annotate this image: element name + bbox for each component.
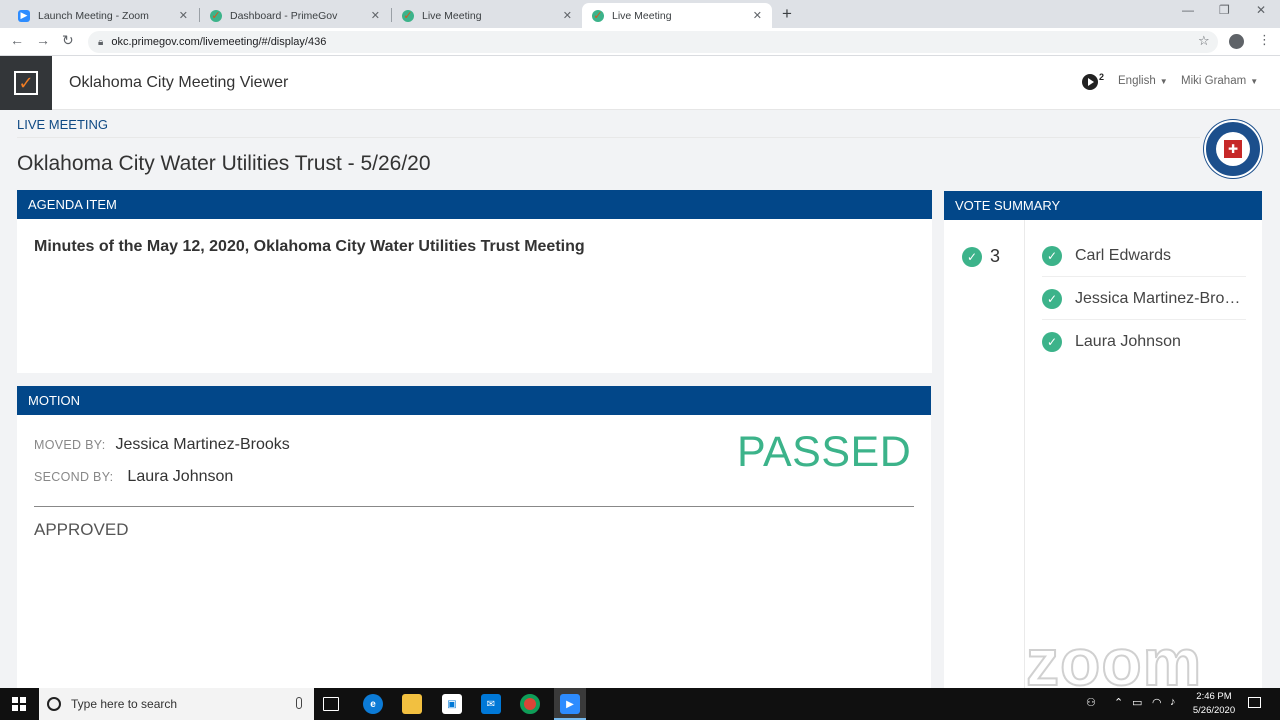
moved-by-value: Jessica Martinez-Brooks xyxy=(115,436,290,453)
close-icon[interactable]: ✕ xyxy=(179,9,188,22)
account-icon[interactable] xyxy=(1229,34,1244,49)
chrome-icon[interactable] xyxy=(520,694,540,714)
primegov-logo[interactable]: ✓ xyxy=(0,56,52,110)
voter-name: Jessica Martinez-Brooks xyxy=(1075,289,1245,307)
breadcrumb: LIVE MEETING xyxy=(17,117,109,132)
bookmark-star-icon[interactable]: ☆ xyxy=(1198,33,1210,49)
store-icon[interactable]: ▣ xyxy=(442,694,462,714)
divider xyxy=(34,506,914,507)
tab-label: Live Meeting xyxy=(422,9,482,22)
address-bar[interactable]: 🔒︎ okc.primegov.com/livemeeting/#/displa… xyxy=(88,31,1218,53)
action-center-icon[interactable] xyxy=(1248,697,1261,708)
checkbox-icon: ✓ xyxy=(14,71,38,95)
task-view-icon[interactable] xyxy=(323,697,339,711)
agenda-item-panel: AGENDA ITEM Minutes of the May 12, 2020,… xyxy=(17,190,932,373)
motion-result: PASSED xyxy=(737,428,912,476)
browser-tab-strip: ▶ Launch Meeting - Zoom ✕ ✓ Dashboard - … xyxy=(0,0,1280,28)
close-icon[interactable]: ✕ xyxy=(371,9,380,22)
taskbar-clock[interactable]: 2:46 PM 5/26/2020 xyxy=(1186,690,1242,718)
windows-start-icon[interactable] xyxy=(12,697,26,711)
cortana-icon xyxy=(47,697,61,711)
maximize-icon[interactable]: ❐ xyxy=(1219,3,1230,17)
lock-icon: 🔒︎ xyxy=(98,36,104,48)
battery-icon[interactable]: ▭ xyxy=(1132,696,1142,709)
app-title: Oklahoma City Meeting Viewer xyxy=(69,74,289,91)
notification-count: 2 xyxy=(1099,72,1105,82)
forward-icon[interactable]: → xyxy=(36,32,50,48)
motion-panel: MOTION MOVED BY: Jessica Martinez-Brooks… xyxy=(17,386,931,688)
tab-live-meeting[interactable]: ✓ Live Meeting ✕ xyxy=(392,3,582,28)
more-menu-icon[interactable]: ⋮ xyxy=(1258,32,1271,48)
meeting-title: Oklahoma City Water Utilities Trust - 5/… xyxy=(17,152,431,175)
vote-summary-panel: VOTE SUMMARY ✓ 3 ✓ Carl Edwards ✓ Jessic… xyxy=(944,191,1262,688)
agenda-item-header: AGENDA ITEM xyxy=(17,190,932,219)
voter-name: Carl Edwards xyxy=(1075,246,1172,264)
clock-time: 2:46 PM xyxy=(1196,691,1232,702)
url-text: okc.primegov.com/livemeeting/#/display/4… xyxy=(111,36,327,48)
clock-date: 5/26/2020 xyxy=(1192,705,1236,716)
volume-icon[interactable]: ♪ xyxy=(1170,696,1176,708)
play-icon[interactable] xyxy=(1082,74,1098,90)
tab-label: Dashboard - PrimeGov xyxy=(230,9,338,22)
app-header: ✓ Oklahoma City Meeting Viewer 2 English… xyxy=(0,56,1280,110)
close-icon[interactable]: ✕ xyxy=(563,9,572,22)
city-seal-icon: ✚ xyxy=(1204,120,1262,178)
motion-outcome: APPROVED xyxy=(34,520,129,539)
microphone-icon[interactable] xyxy=(296,697,302,709)
tab-dashboard-primegov[interactable]: ✓ Dashboard - PrimeGov ✕ xyxy=(200,3,390,28)
wifi-icon[interactable]: ◠ xyxy=(1152,696,1162,709)
language-label: English xyxy=(1118,75,1156,87)
people-icon[interactable]: ⚇ xyxy=(1086,696,1096,709)
zoom-icon[interactable]: ▶ xyxy=(560,694,580,714)
second-by-row: SECOND BY: Laura Johnson xyxy=(34,468,233,486)
voter-row: ✓ Carl Edwards xyxy=(1042,235,1246,277)
edge-icon[interactable]: e xyxy=(363,694,383,714)
chevron-up-icon[interactable]: ⌃ xyxy=(1114,696,1123,709)
voter-row: ✓ Laura Johnson xyxy=(1042,321,1246,363)
moved-by-row: MOVED BY: Jessica Martinez-Brooks xyxy=(34,436,290,454)
voter-row: ✓ Jessica Martinez-Brooks xyxy=(1042,278,1246,320)
user-name: Miki Graham xyxy=(1181,75,1247,87)
caret-down-icon: ▼ xyxy=(1159,77,1168,86)
new-tab-icon[interactable]: + xyxy=(782,4,792,24)
yes-count-value: 3 xyxy=(990,246,1001,266)
second-by-label: SECOND BY: xyxy=(34,470,114,484)
divider xyxy=(17,137,1200,138)
search-placeholder: Type here to search xyxy=(71,697,178,711)
checkbox-icon: ✓ xyxy=(592,9,604,22)
taskbar-search[interactable]: Type here to search xyxy=(39,688,314,720)
back-icon[interactable]: ← xyxy=(10,32,24,48)
language-dropdown[interactable]: English ▼ xyxy=(1118,75,1168,87)
checkbox-icon: ✓ xyxy=(402,9,414,22)
agenda-item-text: Minutes of the May 12, 2020, Oklahoma Ci… xyxy=(34,238,585,255)
motion-header: MOTION xyxy=(17,386,931,415)
mail-icon[interactable]: ✉ xyxy=(481,694,501,714)
user-menu-dropdown[interactable]: Miki Graham ▼ xyxy=(1181,75,1258,87)
windows-taskbar: Type here to search e ▣ ✉ ▶ ⚇ ⌃ ▭ ◠ ♪ 2:… xyxy=(0,688,1280,720)
voter-name: Laura Johnson xyxy=(1075,333,1181,350)
check-circle-icon: ✓ xyxy=(1042,332,1062,352)
divider xyxy=(1024,220,1025,688)
tab-label: Live Meeting xyxy=(612,9,672,22)
moved-by-label: MOVED BY: xyxy=(34,438,106,452)
file-explorer-icon[interactable] xyxy=(402,694,422,714)
reload-icon[interactable]: ↻ xyxy=(62,32,74,49)
yes-vote-count: ✓ 3 xyxy=(962,246,1000,267)
tab-live-meeting-active[interactable]: ✓ Live Meeting ✕ xyxy=(582,3,772,28)
checkbox-icon: ✓ xyxy=(210,9,222,22)
check-circle-icon: ✓ xyxy=(962,246,982,267)
minimize-icon[interactable]: — xyxy=(1182,3,1194,17)
vote-summary-header: VOTE SUMMARY xyxy=(944,191,1262,220)
second-by-value: Laura Johnson xyxy=(127,468,234,485)
browser-toolbar: ← → ↻ 🔒︎ okc.primegov.com/livemeeting/#/… xyxy=(0,28,1280,56)
close-window-icon[interactable]: ✕ xyxy=(1256,3,1266,17)
check-circle-icon: ✓ xyxy=(1042,288,1062,309)
close-icon[interactable]: ✕ xyxy=(753,9,762,22)
caret-down-icon: ▼ xyxy=(1250,77,1259,86)
tab-label: Launch Meeting - Zoom xyxy=(38,9,149,22)
zoom-icon: ▶ xyxy=(18,9,30,22)
tab-launch-meeting-zoom[interactable]: ▶ Launch Meeting - Zoom ✕ xyxy=(8,3,198,28)
check-circle-icon: ✓ xyxy=(1042,245,1062,266)
